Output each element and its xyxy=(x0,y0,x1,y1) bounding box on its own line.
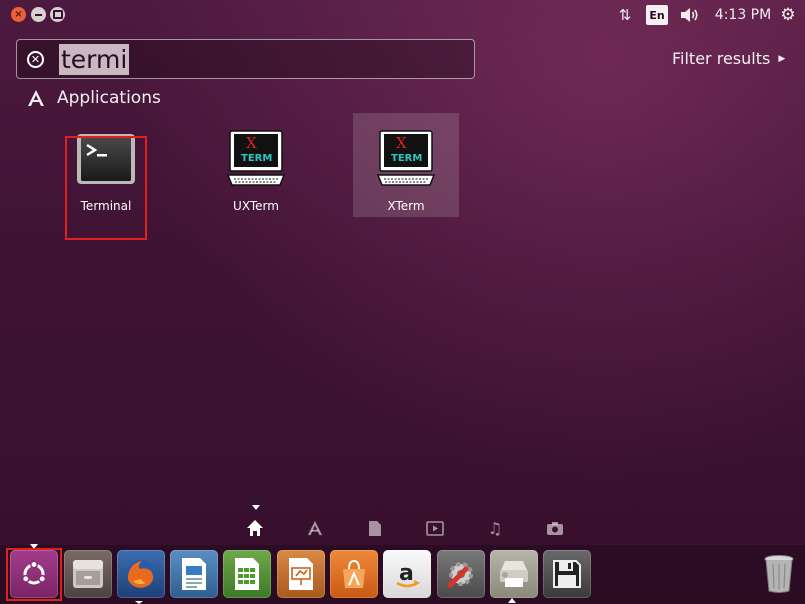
xterm-term-text: TERM xyxy=(391,153,422,164)
minimize-icon[interactable] xyxy=(31,7,46,22)
files-icon[interactable] xyxy=(64,550,112,598)
maximize-icon[interactable] xyxy=(50,7,65,22)
keyboard-layout-label: En xyxy=(649,8,665,22)
xterm-icon: X TERM xyxy=(376,130,436,186)
photos-lens-icon[interactable] xyxy=(544,517,566,539)
save-icon[interactable] xyxy=(543,550,591,598)
video-lens-icon[interactable] xyxy=(424,517,446,539)
clock[interactable]: 4:13 PM xyxy=(714,5,772,25)
software-center-icon[interactable] xyxy=(330,550,378,598)
files-lens-icon[interactable] xyxy=(364,517,386,539)
app-uxterm[interactable]: X TERM UXTerm xyxy=(203,113,309,217)
terminal-icon xyxy=(77,134,135,184)
app-label: Terminal xyxy=(80,199,132,213)
system-gear-icon[interactable]: ⚙ xyxy=(778,5,798,25)
category-header: Applications xyxy=(27,87,161,109)
category-label: Applications xyxy=(57,88,161,108)
active-lens-marker xyxy=(252,505,260,510)
app-xterm[interactable]: X TERM XTerm xyxy=(353,113,459,217)
applications-icon xyxy=(28,90,44,106)
app-label: UXTerm xyxy=(233,199,279,213)
search-query[interactable]: termi xyxy=(59,44,130,75)
xterm-term-text: TERM xyxy=(241,153,272,164)
launcher-pip xyxy=(30,544,38,549)
close-icon[interactable]: × xyxy=(11,7,26,22)
music-lens-icon[interactable]: ♫ xyxy=(484,517,506,539)
applications-lens-icon[interactable] xyxy=(304,517,326,539)
filter-results-label: Filter results xyxy=(672,49,771,68)
firefox-icon[interactable] xyxy=(117,550,165,598)
impress-icon[interactable] xyxy=(277,550,325,598)
amazon-icon[interactable]: a xyxy=(383,550,431,598)
xterm-x-text: X xyxy=(396,134,407,152)
triangle-right-icon: ▶ xyxy=(778,53,786,64)
xterm-x-text: X xyxy=(246,134,257,152)
network-icon[interactable]: ⇅ xyxy=(614,5,636,25)
home-lens-icon[interactable] xyxy=(244,517,266,539)
launcher: a xyxy=(0,544,805,604)
calc-icon[interactable] xyxy=(223,550,271,598)
lens-bar: ♫ xyxy=(0,505,805,545)
filter-results-button[interactable]: Filter results ▶ xyxy=(672,49,785,68)
writer-icon[interactable] xyxy=(170,550,218,598)
trash-icon[interactable] xyxy=(755,550,803,598)
xterm-icon: X TERM xyxy=(226,130,286,186)
keyboard-layout-icon[interactable]: En xyxy=(646,5,668,25)
top-panel: × ⇅ En 4:13 PM ⚙ xyxy=(0,0,805,30)
app-label: XTerm xyxy=(387,199,425,213)
svg-text:a: a xyxy=(399,561,414,586)
system-settings-icon[interactable] xyxy=(437,550,485,598)
volume-icon[interactable] xyxy=(678,5,702,25)
search-input[interactable]: ✕ termi xyxy=(16,39,475,79)
ubuntu-dash-icon[interactable] xyxy=(10,550,58,598)
printer-icon[interactable] xyxy=(490,550,538,598)
printer-pip xyxy=(508,598,516,603)
close-circle-icon[interactable]: ✕ xyxy=(27,51,44,68)
app-terminal[interactable]: Terminal xyxy=(53,113,159,217)
